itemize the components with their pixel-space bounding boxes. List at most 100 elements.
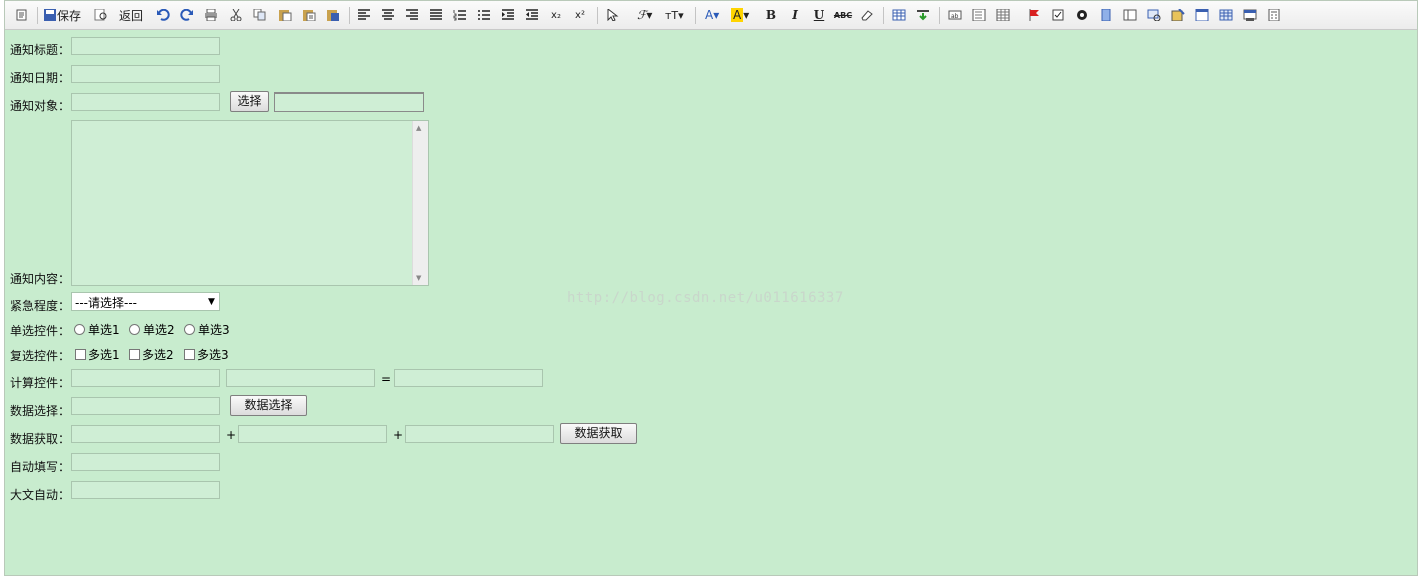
save-button[interactable]: 保存 [43,6,81,24]
select-icon[interactable] [603,6,621,24]
data-fetch-input-3[interactable] [405,425,554,443]
urgency-label: 紧急程度： [10,299,71,313]
checkbox-icon[interactable] [1049,6,1067,24]
calc-input-2[interactable] [226,369,375,387]
target-input[interactable] [71,93,220,111]
title-input[interactable] [71,37,220,55]
ordered-list-icon[interactable] [451,6,469,24]
calc-result-input[interactable] [394,369,543,387]
date-label: 通知日期： [10,71,71,85]
target-display-input[interactable] [274,92,424,112]
checkbox-option-3[interactable]: 多选3 [184,346,229,363]
bigtext-label: 大文自动： [10,488,71,502]
radio-option-label: 单选2 [143,323,175,337]
radio-option-label: 单选3 [198,323,230,337]
font-family-icon[interactable]: ℱ▾ [637,6,652,24]
window-icon[interactable] [1241,6,1259,24]
editor-toolbar: 保存 返回 x₂ x² ℱ▾ тT▾ A▾ A ▾ B I U ABC ab [5,1,1417,30]
content-label: 通知内容： [10,272,71,286]
calc-input-1[interactable] [71,369,220,387]
content-scrollbar[interactable]: ▲ ▼ [412,121,428,285]
outdent-icon[interactable] [523,6,541,24]
radio-option-2[interactable]: 单选2 [129,321,175,338]
paste-word-icon[interactable] [324,6,342,24]
radio-button[interactable] [74,324,85,335]
radio-option-1[interactable]: 单选1 [74,321,120,338]
cut-icon[interactable] [227,6,245,24]
radio-label: 单选控件： [10,324,71,338]
align-center-icon[interactable] [379,6,397,24]
scroll-up-icon[interactable]: ▲ [416,124,421,132]
bold-icon[interactable]: B [762,6,780,24]
align-left-icon[interactable] [355,6,373,24]
save-label: 保存 [57,8,82,23]
superscript-icon[interactable]: x² [571,6,589,24]
checkbox-option-2[interactable]: 多选2 [129,346,174,363]
subscript-icon[interactable]: x₂ [547,6,565,24]
paste-text-icon[interactable] [300,6,318,24]
radio-option-3[interactable]: 单选3 [184,321,230,338]
chevron-down-icon[interactable]: ▼ [204,293,219,310]
grid-icon[interactable] [994,6,1012,24]
title-label: 通知标题： [10,43,71,57]
list-icon[interactable] [1097,6,1115,24]
copy-icon[interactable] [251,6,269,24]
autofill-input[interactable] [71,453,220,471]
checkbox[interactable] [129,349,140,360]
print-icon[interactable] [202,6,220,24]
column-icon[interactable] [1121,6,1139,24]
editor-frame: 保存 返回 x₂ x² ℱ▾ тT▾ A▾ A ▾ B I U ABC ab h… [4,0,1418,576]
strikethrough-icon[interactable]: ABC [834,6,852,24]
bigtext-input[interactable] [71,481,220,499]
watermark: http://blog.csdn.net/u011616337 [567,290,844,306]
content-textarea[interactable]: ▲ ▼ [71,120,429,286]
highlight-icon[interactable]: A ▾ [731,6,749,24]
data-fetch-input-2[interactable] [238,425,387,443]
align-right-icon[interactable] [403,6,421,24]
calc-icon[interactable] [1265,6,1283,24]
urgency-value: ---请选择--- [75,296,137,310]
plus-sign: + [226,428,237,442]
font-size-icon[interactable]: тT▾ [665,6,684,24]
indent-icon[interactable] [499,6,517,24]
italic-icon[interactable]: I [786,6,804,24]
checkbox[interactable] [184,349,195,360]
urgency-select[interactable]: ---请选择--- ▼ [71,292,220,311]
eraser-icon[interactable] [858,6,876,24]
equals-sign: = [381,372,392,386]
textfield-icon[interactable]: ab [946,6,964,24]
redo-icon[interactable] [178,6,196,24]
data-fetch-input-1[interactable] [71,425,220,443]
checkbox[interactable] [75,349,86,360]
undo-icon[interactable] [154,6,172,24]
source-icon[interactable] [13,6,31,24]
data-select-input[interactable] [71,397,220,415]
font-color-icon[interactable]: A▾ [705,6,719,24]
image-icon[interactable] [1169,6,1187,24]
table-icon[interactable] [890,6,908,24]
back-button[interactable]: 返回 [119,6,143,24]
date-input[interactable] [71,65,220,83]
flag-icon[interactable] [1025,6,1043,24]
radio-button[interactable] [184,324,195,335]
form-icon[interactable] [1193,6,1211,24]
checkbox-option-label: 多选2 [142,348,174,362]
checkbox-label: 复选控件： [10,349,71,363]
justify-icon[interactable] [427,6,445,24]
textarea-icon[interactable] [970,6,988,24]
paste-icon[interactable] [276,6,294,24]
calc-label: 计算控件： [10,376,71,390]
data-table-icon[interactable] [1217,6,1235,24]
radio-button[interactable] [129,324,140,335]
data-select-button[interactable]: 数据选择 [230,395,307,416]
preview-icon[interactable] [92,6,110,24]
data-fetch-button[interactable]: 数据获取 [560,423,637,444]
unordered-list-icon[interactable] [475,6,493,24]
scroll-down-icon[interactable]: ▼ [416,274,421,282]
macro-icon[interactable] [1073,6,1091,24]
checkbox-option-1[interactable]: 多选1 [75,346,120,363]
underline-icon[interactable]: U [810,6,828,24]
comment-icon[interactable] [1145,6,1163,24]
insert-row-icon[interactable] [914,6,932,24]
select-target-button[interactable]: 选择 [230,91,269,112]
